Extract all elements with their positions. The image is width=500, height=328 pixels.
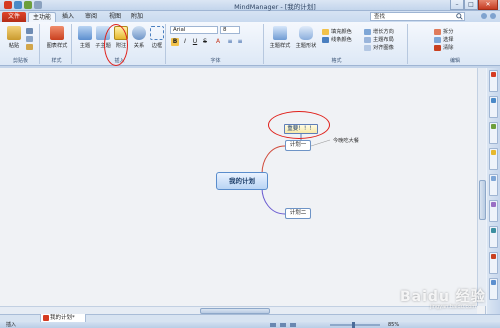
status-mode: 插入	[6, 322, 17, 328]
library-icon	[491, 72, 496, 77]
side-tab-mindjet[interactable]	[489, 278, 498, 300]
map-connectors	[261, 134, 331, 215]
document-tab-bar: 我的计划*	[0, 314, 500, 323]
vertical-scrollbar[interactable]	[477, 68, 486, 306]
task-info-icon	[491, 124, 496, 129]
mindjet-icon	[491, 280, 496, 285]
map-view-icon[interactable]	[270, 323, 276, 327]
floating-note[interactable]: 今晚吃大餐	[333, 137, 359, 144]
connector-topic-2	[261, 187, 286, 215]
search-pane-icon	[491, 176, 496, 181]
outline-view-icon[interactable]	[280, 323, 286, 327]
zoom-slider[interactable]	[330, 324, 380, 326]
side-tab-map-parts[interactable]	[489, 148, 498, 170]
zoom-slider-thumb[interactable]	[352, 322, 355, 328]
connector-note	[310, 139, 331, 147]
connector-topic-1	[261, 145, 286, 175]
watermark-logo: Baidu 经验	[400, 289, 486, 305]
map-parts-icon	[491, 150, 496, 155]
side-tab-search[interactable]	[489, 174, 498, 196]
side-tab-browser[interactable]	[489, 252, 498, 274]
task-pane-strip	[487, 68, 500, 314]
horizontal-scrollbar[interactable]	[0, 306, 477, 314]
zoom-level: 85%	[388, 322, 400, 328]
side-tab-library[interactable]	[489, 70, 498, 92]
gantt-view-icon[interactable]	[290, 323, 296, 327]
view-buttons	[270, 323, 296, 327]
side-tab-task-info[interactable]	[489, 122, 498, 144]
annotation-circle-callout	[268, 111, 330, 139]
side-tab-format[interactable]	[489, 200, 498, 222]
browser-icon	[491, 254, 496, 259]
side-tab-sharepoint[interactable]	[489, 226, 498, 248]
format-pane-icon	[491, 202, 496, 207]
watermark-url: jingyan.baidu.com	[430, 304, 477, 310]
side-tab-markers[interactable]	[489, 96, 498, 118]
markers-icon	[491, 98, 496, 103]
central-topic[interactable]: 我的计划	[216, 172, 268, 190]
document-icon	[43, 315, 49, 321]
sharepoint-icon	[491, 228, 496, 233]
status-bar: 插入 85%	[0, 322, 500, 328]
topic-plan-2[interactable]: 计划二	[285, 208, 311, 219]
topic-plan-1[interactable]: 计划一	[285, 140, 311, 151]
vertical-scroll-thumb[interactable]	[479, 180, 486, 220]
